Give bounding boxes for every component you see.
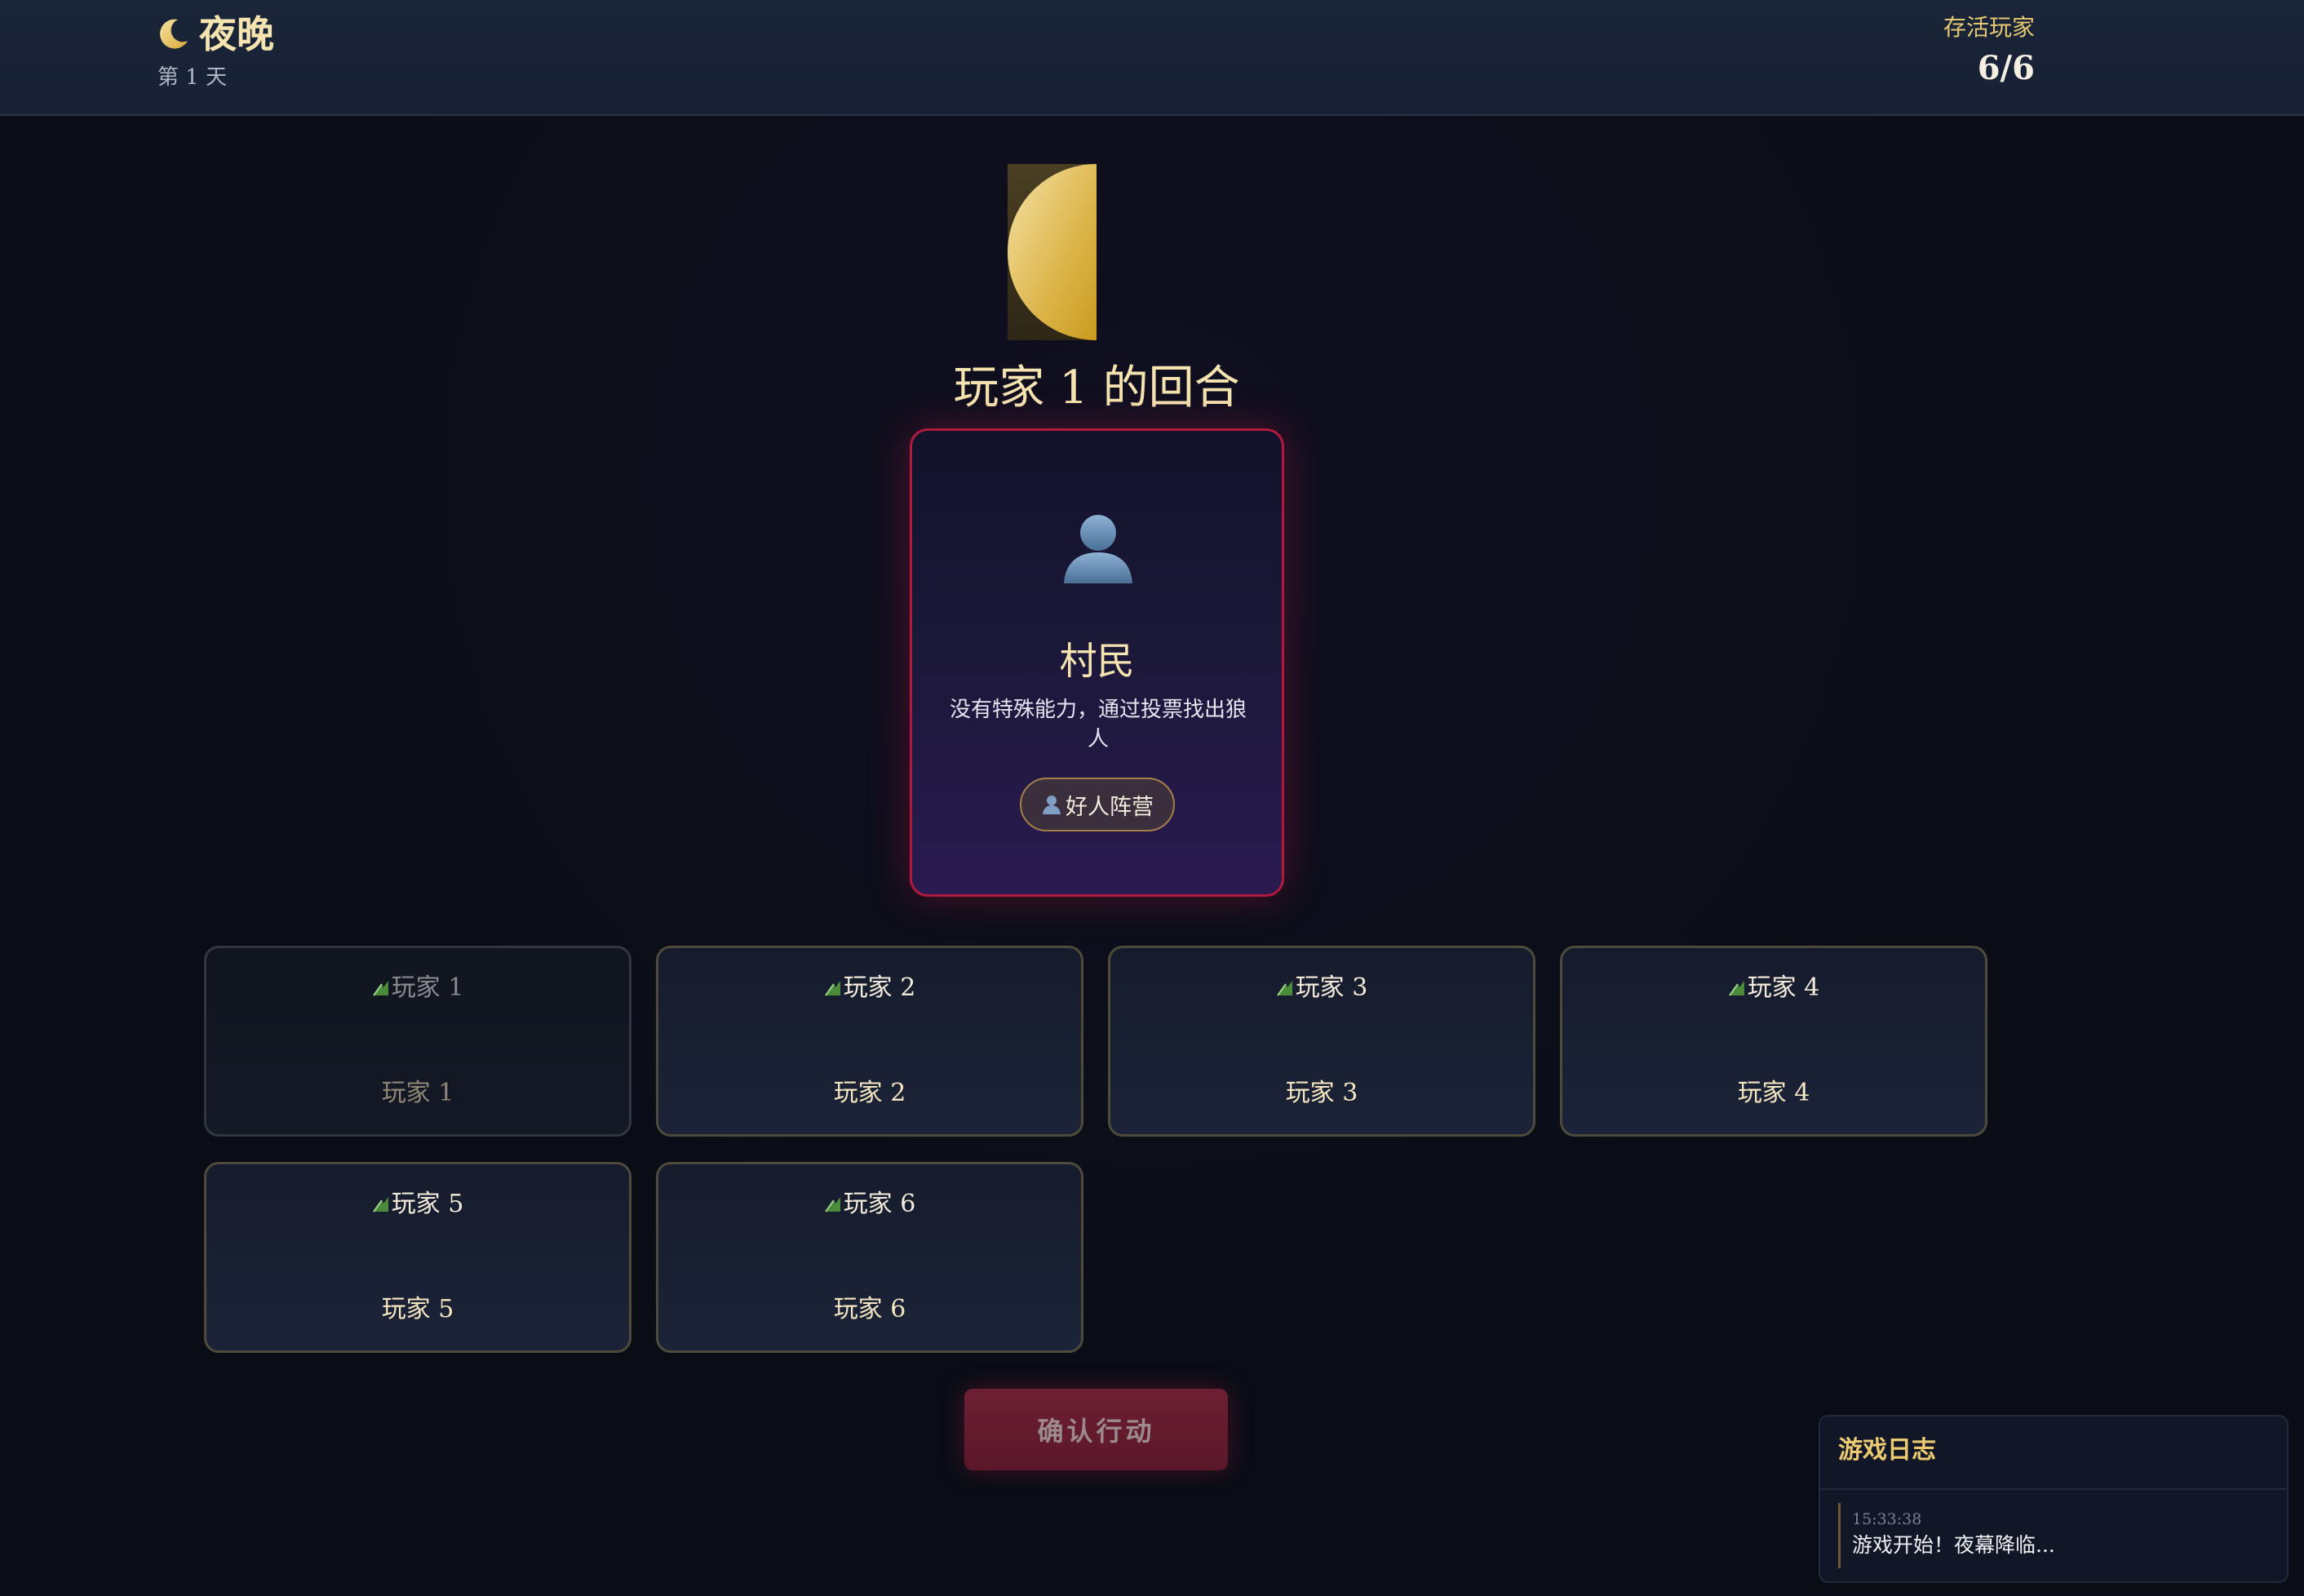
player-card-5[interactable]: 玩家 5 玩家 5	[204, 1162, 631, 1353]
role-name: 村民	[1059, 639, 1135, 683]
top-bar: 夜晚 第 1 天 存活玩家 6/6	[0, 0, 2304, 116]
player-card-1[interactable]: 玩家 1 玩家 1	[204, 946, 631, 1137]
divider	[1820, 1488, 2287, 1490]
log-entry-message: 游戏开始！夜幕降临...	[1852, 1533, 2055, 1557]
player-avatar: 玩家 3	[1110, 973, 1533, 1004]
half-moon-icon	[1008, 164, 1097, 340]
player-name: 玩家 3	[1285, 1079, 1358, 1107]
camp-label: 好人阵营	[1066, 794, 1154, 820]
player-card-3[interactable]: 玩家 3 玩家 3	[1108, 946, 1535, 1137]
player-avatar: 玩家 4	[1562, 973, 1985, 1004]
broken-image-icon	[824, 1197, 840, 1213]
camp-badge: 好人阵营	[1020, 778, 1175, 831]
log-entry: 15:33:38 游戏开始！夜幕降临...	[1838, 1503, 2271, 1568]
log-entry-time: 15:33:38	[1852, 1510, 1922, 1528]
person-silhouette-icon	[1064, 515, 1132, 583]
role-description: 没有特殊能力，通过投票找出狼人	[949, 698, 1247, 751]
player-name: 玩家 4	[1737, 1079, 1810, 1107]
player-avatar-alt: 玩家 1	[391, 973, 464, 1002]
player-avatar: 玩家 5	[206, 1189, 629, 1220]
person-icon	[1043, 796, 1061, 814]
alive-players-panel: 存活玩家 6/6	[1943, 13, 2035, 90]
player-avatar-alt: 玩家 6	[843, 1190, 916, 1218]
player-name: 玩家 6	[833, 1295, 906, 1323]
broken-image-icon	[1276, 981, 1292, 996]
player-name: 玩家 5	[381, 1295, 454, 1323]
crescent-moon-icon	[160, 19, 188, 49]
phase-title: 夜晚	[199, 12, 274, 56]
broken-image-icon	[372, 1197, 388, 1213]
player-card-6[interactable]: 玩家 6 玩家 6	[656, 1162, 1083, 1353]
phase-indicator: 夜晚	[155, 11, 274, 57]
player-avatar: 玩家 6	[658, 1189, 1081, 1220]
broken-image-icon	[824, 981, 840, 996]
broken-image-icon	[372, 981, 388, 996]
player-avatar-alt: 玩家 5	[391, 1190, 464, 1218]
confirm-action-button[interactable]: 确认行动	[964, 1389, 1228, 1470]
player-avatar: 玩家 2	[658, 973, 1081, 1004]
player-avatar: 玩家 1	[206, 973, 629, 1004]
alive-players-count: 6/6	[1977, 49, 2035, 87]
alive-players-label: 存活玩家	[1943, 14, 2035, 41]
day-counter: 第 1 天	[157, 65, 228, 90]
game-log-panel: 游戏日志 15:33:38 游戏开始！夜幕降临...	[1819, 1415, 2288, 1583]
broken-image-icon	[1728, 981, 1744, 996]
role-card: 村民 没有特殊能力，通过投票找出狼人 好人阵营	[910, 428, 1284, 897]
player-avatar-alt: 玩家 2	[843, 973, 916, 1002]
player-avatar-alt: 玩家 3	[1295, 973, 1368, 1002]
player-name: 玩家 2	[833, 1079, 906, 1107]
turn-title: 玩家 1 的回合	[953, 361, 1240, 415]
game-log-title: 游戏日志	[1838, 1436, 1936, 1465]
player-name: 玩家 1	[381, 1079, 454, 1107]
player-avatar-alt: 玩家 4	[1747, 973, 1820, 1002]
player-card-4[interactable]: 玩家 4 玩家 4	[1560, 946, 1987, 1137]
player-card-2[interactable]: 玩家 2 玩家 2	[656, 946, 1083, 1137]
